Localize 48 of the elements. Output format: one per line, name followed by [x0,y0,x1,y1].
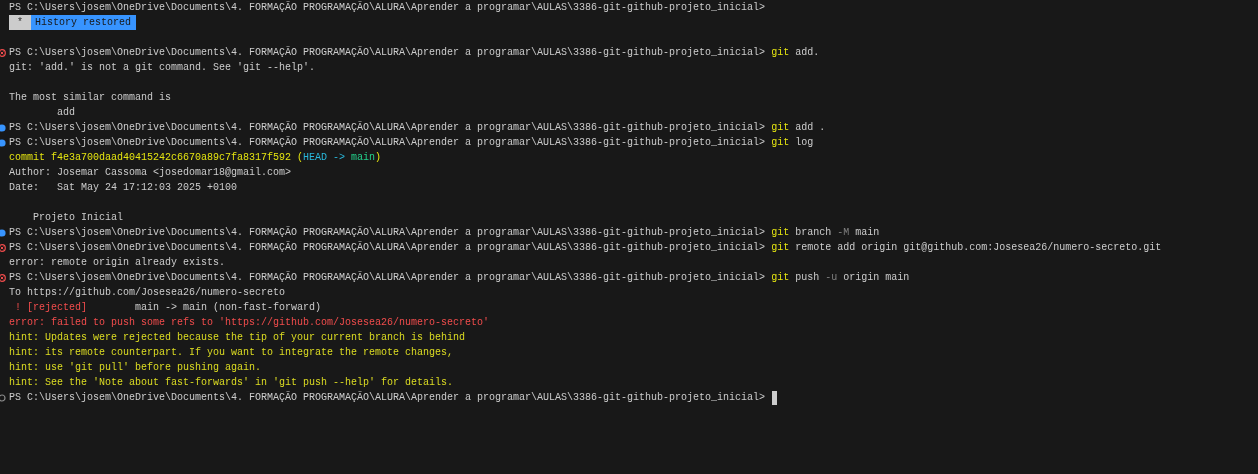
hint-text: hint: use 'git pull' before pushing again. [9,361,262,375]
output-text: origin main [842,271,910,285]
error-circle-icon[interactable] [0,273,6,282]
command-text: git [771,121,790,135]
prompt-path: PS C:\Users\josem\OneDrive\Documents\4. FORMAÇÃO PROGRAMAÇÃO\ALURA\Aprender a programar\AULAS\3386-git-github-projeto_inicial> [9,120,766,135]
badge-marker: * [9,15,31,30]
commit-text: commit f4e3a700daad40415242c6670a89c7fa8317f592 ( [9,151,304,165]
output-text: Author: Josemar Cassoma <josedomar18@gmail.com> [9,166,292,180]
prompt-path: PS C:\Users\josem\OneDrive\Documents\4. FORMAÇÃO PROGRAMAÇÃO\ALURA\Aprender a programar\AULAS\3386-git-github-projeto_inicial> [9,45,766,60]
output-text: log [794,136,814,150]
prompt-path: PS C:\Users\josem\OneDrive\Documents\4. FORMAÇÃO PROGRAMAÇÃO\ALURA\Aprender a programar\AULAS\3386-git-github-projeto_inicial> [9,240,766,255]
output-text: Projeto Inicial [32,211,124,225]
prompt-path: PS C:\Users\josem\OneDrive\Documents\4. FORMAÇÃO PROGRAMAÇÃO\ALURA\Aprender a programar\AULAS\3386-git-github-projeto_inicial> [9,270,766,285]
output-text: main -> main (non-fast-forward) [134,301,322,315]
output-text: add . [794,121,826,135]
output-text: error: remote origin already exists. [9,256,226,270]
head-ref-text: HEAD -> [303,151,347,165]
commit-text: ) [375,151,382,165]
command-text: git [771,46,790,60]
prompt-path: PS C:\Users\josem\OneDrive\Documents\4. FORMAÇÃO PROGRAMAÇÃO\ALURA\Aprender a programar\AULAS\3386-git-github-projeto_inicial> [9,135,766,150]
error-text: ! [rejected] [14,301,87,315]
flag-text: -M [837,226,850,240]
hint-text: hint: See the 'Note about fast-forwards' in 'git push --help' for details. [9,376,454,390]
output-text: push [794,271,821,285]
output-text: add [56,106,75,120]
output-text: add. [794,46,820,60]
prompt-path: PS C:\Users\josem\OneDrive\Documents\4. FORMAÇÃO PROGRAMAÇÃO\ALURA\Aprender a programar\AULAS\3386-git-github-projeto_inicial> [9,0,766,15]
command-text: git [771,241,790,255]
output-text: remote add origin git@github.com:Josesea26/numero-secreto.git [794,241,1162,255]
hint-text: hint: its remote counterpart. If you want to integrate the remote changes, [9,346,454,360]
error-circle-icon[interactable] [0,243,6,252]
command-text: git [771,136,790,150]
output-text: main [854,226,880,240]
error-circle-icon[interactable] [0,48,6,57]
flag-text: -u [825,271,838,285]
output-text: To https://github.com/Josesea26/numero-secreto [9,286,286,300]
output-text: git: 'add.' is not a git command. See 'git --help'. [9,61,316,75]
prompt-path: PS C:\Users\josem\OneDrive\Documents\4. FORMAÇÃO PROGRAMAÇÃO\ALURA\Aprender a programar\AULAS\3386-git-github-projeto_inicial> [9,225,766,240]
branch-ref-text: main [351,151,376,165]
command-text: git [771,226,790,240]
output-text: The most similar command is [9,91,172,105]
error-text: error: failed to push some refs to 'https://github.com/Josesea26/numero-secreto' [9,316,490,330]
output-text: branch [794,226,833,240]
output-text: Date: Sat May 24 17:12:03 2025 +0100 [9,181,238,195]
history-restored-badge: History restored [31,15,137,30]
hint-text: hint: Updates were rejected because the tip of your current branch is behind [9,331,466,345]
prompt-path: PS C:\Users\josem\OneDrive\Documents\4. FORMAÇÃO PROGRAMAÇÃO\ALURA\Aprender a programar\AULAS\3386-git-github-projeto_inicial> [9,390,766,405]
command-text: git [771,271,790,285]
